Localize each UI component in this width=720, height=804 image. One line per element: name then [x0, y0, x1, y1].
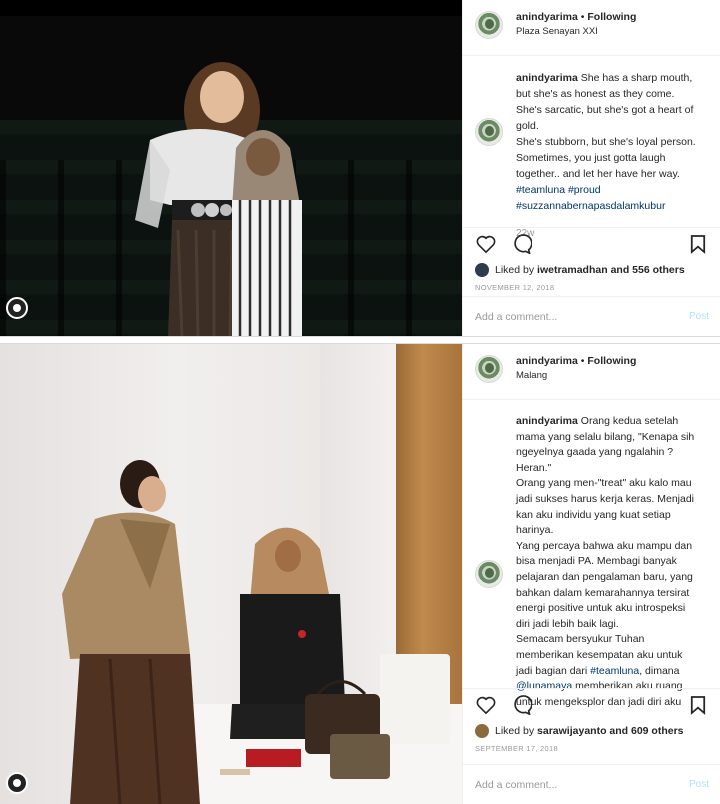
caption-line: memberikan kesempatan aku untuk	[516, 648, 683, 661]
caption-username[interactable]: anindyarima	[516, 415, 578, 427]
caption-line: Heran."	[516, 461, 552, 474]
caption-line: diri jadi lebih baik lagi.	[516, 617, 619, 630]
caption-line: Orang yang men-"treat" aku kalo mau	[516, 477, 692, 490]
likes-line: Liked by iwetramadhan and 556 others	[475, 260, 709, 280]
likes-count[interactable]: and 556 others	[611, 264, 685, 276]
post-actions: Liked by iwetramadhan and 556 others NOV…	[463, 227, 720, 292]
following-button[interactable]: Following	[587, 355, 636, 367]
location-link[interactable]: Plaza Senayan XXI	[516, 26, 636, 38]
caption-username[interactable]: anindyarima	[516, 72, 578, 84]
caption-avatar[interactable]	[475, 560, 503, 588]
post-header: anindyarima • Following Plaza Senayan XX…	[463, 0, 720, 56]
avatar[interactable]	[475, 355, 503, 383]
caption-line: jadi sukses harus kerja keras. Menjadi	[516, 492, 694, 505]
hashtag-line[interactable]: #suzzannabernapasdalamkubur	[516, 198, 708, 214]
caption-line: bahkan dalam kemarahannya tersirat	[516, 586, 690, 599]
caption-line: mama yang selalu bilang, "Kenapa sih	[516, 430, 695, 443]
post-header: anindyarima • Following Malang	[463, 344, 720, 400]
comment-input[interactable]: Add a comment...	[475, 311, 689, 323]
caption: anindyarima Orang kedua setelah mama yan…	[463, 400, 720, 710]
hashtag-line[interactable]: #teamluna #proud	[516, 182, 708, 198]
post-photo[interactable]	[0, 344, 462, 804]
caption-avatar[interactable]	[475, 118, 503, 146]
caption-line: Semacam bersyukur Tuhan	[516, 633, 645, 646]
bookmark-icon[interactable]	[687, 694, 709, 716]
caption-line: She has a sharp mouth,	[580, 72, 693, 84]
hashtag-link[interactable]: #teamluna	[590, 665, 639, 677]
likes-count[interactable]: and 609 others	[609, 725, 683, 737]
liked-by-user[interactable]: iwetramadhan	[537, 264, 608, 276]
post-card-2: anindyarima • Following Malang anindyari…	[0, 343, 720, 804]
likes-line: Liked by sarawijayanto and 609 others	[475, 721, 709, 741]
caption-line: Sometimes, you just gotta laugh	[516, 152, 666, 164]
heart-icon[interactable]	[475, 233, 497, 255]
caption-line: energi positive untuk aku introspeksi	[516, 602, 686, 615]
comment-bar: Add a comment... Post	[463, 296, 720, 336]
post-comment-button[interactable]: Post	[689, 779, 709, 790]
liked-by-label: Liked by	[495, 725, 535, 737]
caption-line: bisa menjadi PA. Membagi banyak	[516, 555, 677, 568]
caption-line: jadi bagian dari #teamluna, dimana	[516, 664, 708, 680]
post-date[interactable]: SEPTEMBER 17, 2018	[475, 744, 709, 753]
caption-text: , dimana	[639, 664, 680, 677]
comment-icon[interactable]	[511, 233, 533, 255]
post-actions: Liked by sarawijayanto and 609 others SE…	[463, 688, 720, 753]
caption-line: ngeyelnya gaada yang ngalahin ?	[516, 446, 674, 459]
caption-line: She's stubborn, but she's loyal person.	[516, 136, 696, 148]
post-card-1: anindyarima • Following Plaza Senayan XX…	[0, 0, 720, 337]
liker-avatar[interactable]	[475, 263, 489, 277]
post-sidebar: anindyarima • Following Malang anindyari…	[462, 344, 720, 804]
post-date[interactable]: NOVEMBER 12, 2018	[475, 283, 709, 292]
avatar[interactable]	[475, 11, 503, 39]
comment-icon[interactable]	[511, 694, 533, 716]
comment-input[interactable]: Add a comment...	[475, 779, 689, 791]
caption-line: together.. and let her have her way.	[516, 168, 680, 180]
header-username[interactable]: anindyarima	[516, 355, 578, 367]
caption-line: kan aku individu yang kuat setiap	[516, 508, 671, 521]
caption-line: She's sarcatic, but she's got a heart of	[516, 104, 694, 116]
caption-line: but she's as honest as they come.	[516, 88, 675, 100]
following-button[interactable]: Following	[587, 11, 636, 23]
caption-line: pelajaran dan pengalaman baru, yang	[516, 570, 693, 583]
user-tag-icon[interactable]	[6, 297, 28, 319]
liker-avatar[interactable]	[475, 724, 489, 738]
liked-by-user[interactable]: sarawijayanto	[537, 725, 606, 737]
location-link[interactable]: Malang	[516, 370, 636, 382]
caption-text: jadi bagian dari	[516, 664, 591, 677]
comment-bar: Add a comment... Post	[463, 764, 720, 804]
caption: anindyarima She has a sharp mouth, but s…	[463, 56, 720, 242]
caption-line: gold.	[516, 120, 539, 132]
caption-line: Orang kedua setelah	[580, 415, 679, 427]
post-photo[interactable]	[0, 0, 462, 336]
photo-people-figure	[135, 62, 302, 336]
post-comment-button[interactable]: Post	[689, 311, 709, 322]
caption-line: harinya.	[516, 524, 554, 537]
user-tag-icon[interactable]	[6, 772, 28, 794]
liked-by-label: Liked by	[495, 264, 535, 276]
post-sidebar: anindyarima • Following Plaza Senayan XX…	[462, 0, 720, 336]
heart-icon[interactable]	[475, 694, 497, 716]
header-username[interactable]: anindyarima	[516, 11, 578, 23]
bookmark-icon[interactable]	[687, 233, 709, 255]
photo-people-figure	[62, 460, 450, 804]
caption-line: Yang percaya bahwa aku mampu dan	[516, 539, 693, 552]
